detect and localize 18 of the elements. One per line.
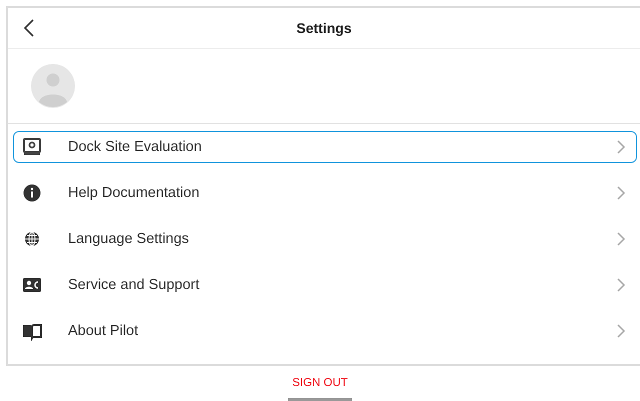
book-icon	[22, 321, 42, 341]
back-button[interactable]	[22, 19, 36, 37]
chevron-icon	[616, 277, 626, 293]
info-icon	[22, 183, 42, 203]
camera-frame-icon	[22, 137, 42, 157]
contact-card-icon	[22, 275, 42, 295]
menu-item[interactable]: Service and Support	[13, 269, 637, 301]
sign-out-button[interactable]: SIGN OUT	[288, 377, 352, 401]
menu-item[interactable]: About Pilot	[13, 315, 637, 347]
menu-item[interactable]: Language Settings	[13, 223, 637, 255]
chevron-icon	[616, 231, 626, 247]
menu-item[interactable]: Help Documentation	[13, 177, 637, 209]
globe-icon	[22, 229, 42, 249]
page-title: Settings	[296, 20, 352, 36]
chevron-icon	[616, 185, 626, 201]
chevron-icon	[616, 139, 626, 155]
chevron-icon	[616, 323, 626, 339]
menu-item[interactable]: Dock Site Evaluation	[13, 131, 637, 163]
